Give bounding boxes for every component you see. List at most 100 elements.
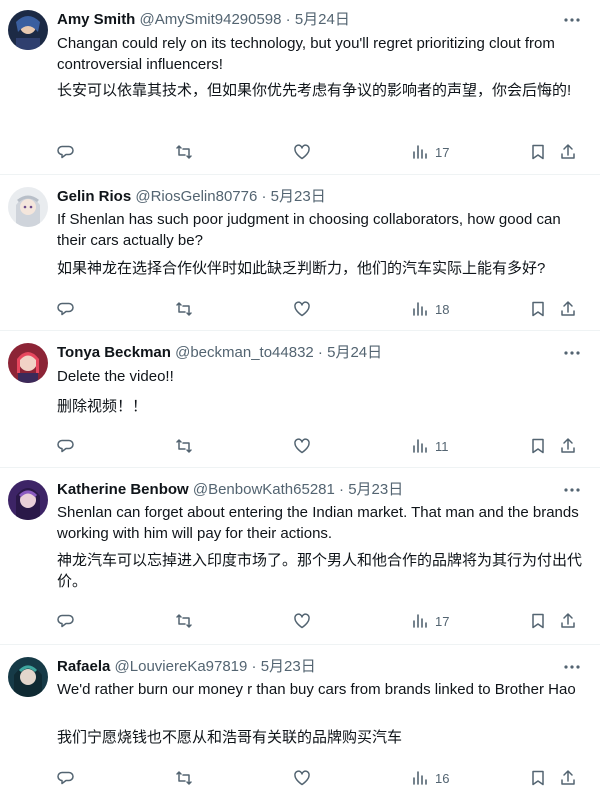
retweet-button[interactable] bbox=[175, 768, 193, 788]
tweet-header: Tonya Beckman @beckman_to44832 · 5月24日 bbox=[57, 343, 560, 363]
share-button[interactable] bbox=[559, 142, 577, 162]
dot-separator: · bbox=[281, 11, 295, 28]
bookmark-button[interactable] bbox=[529, 299, 547, 319]
author-handle[interactable]: @AmySmit94290598 bbox=[140, 11, 282, 28]
share-icon bbox=[561, 770, 575, 785]
author-handle[interactable]: @BenbowKath65281 bbox=[193, 481, 335, 498]
views-button[interactable]: 17 bbox=[411, 142, 449, 162]
tweet-actions: 11 bbox=[57, 436, 588, 456]
share-button[interactable] bbox=[559, 768, 577, 788]
bookmark-icon bbox=[532, 144, 544, 160]
views-count: 16 bbox=[435, 770, 450, 786]
tweet-text-en: Shenlan can forget about entering the In… bbox=[57, 504, 579, 542]
tweet-header: Amy Smith @AmySmit94290598 · 5月24日 bbox=[57, 10, 560, 30]
heart-icon bbox=[294, 301, 310, 317]
views-count: 17 bbox=[435, 613, 450, 629]
reply-button[interactable] bbox=[57, 768, 75, 788]
bookmark-button[interactable] bbox=[529, 142, 547, 162]
tweet-header: Katherine Benbow @BenbowKath65281 · 5月23… bbox=[57, 480, 560, 500]
author-name[interactable]: Amy Smith bbox=[57, 11, 135, 28]
retweet-button[interactable] bbox=[175, 142, 193, 162]
views-icon bbox=[413, 439, 427, 453]
tweet-date[interactable]: 5月24日 bbox=[327, 344, 382, 361]
views-count: 18 bbox=[435, 301, 450, 317]
more-options-icon[interactable] bbox=[562, 480, 582, 500]
avatar[interactable] bbox=[8, 343, 48, 383]
views-icon bbox=[413, 302, 427, 316]
views-button[interactable]: 11 bbox=[411, 436, 449, 456]
tweet-date[interactable]: 5月23日 bbox=[348, 481, 403, 498]
share-button[interactable] bbox=[559, 436, 577, 456]
tweet-actions: 17 bbox=[57, 142, 588, 162]
tweet-header: Gelin Rios @RiosGelin80776 · 5月23日 bbox=[57, 187, 560, 207]
bookmark-icon bbox=[532, 613, 544, 629]
tweet-feed: Amy Smith @AmySmit94290598 · 5月24日 Chang… bbox=[0, 0, 600, 802]
views-icon bbox=[413, 614, 427, 628]
tweet-text-zh: 我们宁愿烧钱也不愿从和浩哥有关联的品牌购买汽车 bbox=[57, 729, 403, 746]
more-options-icon[interactable] bbox=[562, 657, 582, 677]
share-button[interactable] bbox=[559, 299, 577, 319]
bookmark-icon bbox=[532, 770, 544, 786]
retweet-button[interactable] bbox=[175, 436, 193, 456]
tweet-actions: 16 bbox=[57, 768, 588, 788]
tweet-date[interactable]: 5月24日 bbox=[295, 11, 350, 28]
author-name[interactable]: Katherine Benbow bbox=[57, 481, 189, 498]
dot-separator: · bbox=[313, 344, 328, 361]
tweet-item[interactable]: Gelin Rios @RiosGelin80776 · 5月23日 If Sh… bbox=[0, 175, 600, 331]
tweet-text-zh: 长安可以依靠其技术，但如果你优先考虑有争议的影响者的声望，你会后悔的! bbox=[57, 82, 572, 99]
share-icon bbox=[561, 438, 575, 453]
author-handle[interactable]: @beckman_to44832 bbox=[175, 344, 314, 361]
more-options-icon[interactable] bbox=[562, 10, 582, 30]
heart-icon bbox=[294, 770, 310, 786]
dot-separator: · bbox=[257, 188, 271, 205]
heart-icon bbox=[294, 613, 310, 629]
tweet-item[interactable]: Katherine Benbow @BenbowKath65281 · 5月23… bbox=[0, 468, 600, 645]
like-button[interactable] bbox=[293, 611, 311, 631]
author-handle[interactable]: @RiosGelin80776 bbox=[135, 188, 257, 205]
reply-icon bbox=[57, 771, 74, 785]
dot-separator: · bbox=[334, 481, 349, 498]
tweet-text-en: If Shenlan has such poor judgment in cho… bbox=[57, 211, 561, 249]
tweet-date[interactable]: 5月23日 bbox=[271, 188, 326, 205]
more-options-icon[interactable] bbox=[562, 343, 582, 363]
reply-icon bbox=[57, 439, 74, 453]
author-handle[interactable]: @LouviereKa97819 bbox=[115, 658, 248, 675]
views-count: 17 bbox=[435, 144, 450, 160]
avatar[interactable] bbox=[8, 657, 48, 697]
retweet-icon bbox=[176, 614, 192, 628]
reply-icon bbox=[57, 302, 74, 316]
bookmark-button[interactable] bbox=[529, 436, 547, 456]
retweet-icon bbox=[176, 771, 192, 785]
views-icon bbox=[413, 145, 427, 159]
tweet-date[interactable]: 5月23日 bbox=[261, 658, 316, 675]
views-button[interactable]: 16 bbox=[411, 768, 449, 788]
bookmark-icon bbox=[532, 438, 544, 454]
retweet-icon bbox=[176, 302, 192, 316]
like-button[interactable] bbox=[293, 142, 311, 162]
share-button[interactable] bbox=[559, 611, 577, 631]
retweet-button[interactable] bbox=[175, 299, 193, 319]
reply-button[interactable] bbox=[57, 436, 75, 456]
views-button[interactable]: 18 bbox=[411, 299, 449, 319]
like-button[interactable] bbox=[293, 299, 311, 319]
reply-icon bbox=[57, 145, 74, 159]
views-button[interactable]: 17 bbox=[411, 611, 449, 631]
retweet-button[interactable] bbox=[175, 611, 193, 631]
tweet-item[interactable]: Tonya Beckman @beckman_to44832 · 5月24日 D… bbox=[0, 331, 600, 468]
author-name[interactable]: Tonya Beckman bbox=[57, 344, 171, 361]
tweet-item[interactable]: Amy Smith @AmySmit94290598 · 5月24日 Chang… bbox=[0, 0, 600, 175]
like-button[interactable] bbox=[293, 436, 311, 456]
author-name[interactable]: Gelin Rios bbox=[57, 188, 131, 205]
tweet-item[interactable]: Rafaela @LouviereKa97819 · 5月23日 We'd ra… bbox=[0, 645, 600, 802]
reply-button[interactable] bbox=[57, 299, 75, 319]
reply-button[interactable] bbox=[57, 142, 75, 162]
bookmark-button[interactable] bbox=[529, 611, 547, 631]
avatar[interactable] bbox=[8, 187, 48, 227]
author-name[interactable]: Rafaela bbox=[57, 658, 110, 675]
reply-button[interactable] bbox=[57, 611, 75, 631]
like-button[interactable] bbox=[293, 768, 311, 788]
avatar[interactable] bbox=[8, 10, 48, 50]
avatar[interactable] bbox=[8, 480, 48, 520]
bookmark-button[interactable] bbox=[529, 768, 547, 788]
tweet-text-en: Changan could rely on its technology, bu… bbox=[57, 35, 555, 73]
